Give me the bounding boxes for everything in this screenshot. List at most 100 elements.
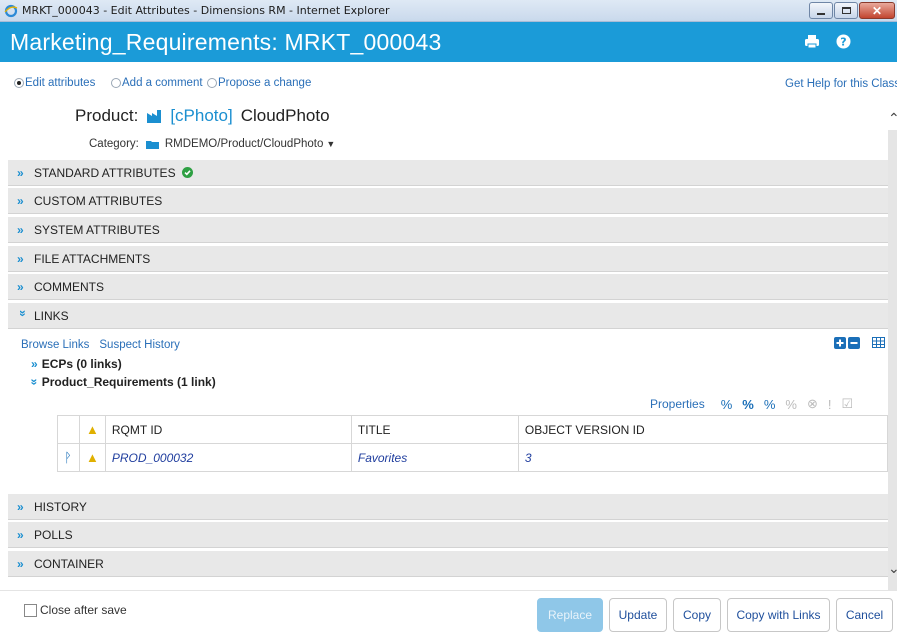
expand-icon: »	[17, 499, 24, 514]
close-window-button[interactable]: ✕	[859, 2, 895, 19]
help-link[interactable]: Get Help for this Class	[785, 78, 897, 90]
title-cell: Favorites	[350, 443, 519, 472]
maximize-button[interactable]	[834, 2, 858, 19]
version-cell: 3	[517, 443, 889, 472]
svg-text:?: ?	[840, 36, 846, 49]
expand-icon: »	[17, 251, 24, 266]
unlink-icon: %	[785, 396, 797, 412]
expand-icon: »	[17, 193, 24, 208]
row-type-cell: ᚹ	[57, 443, 80, 472]
section-title: COMMENTS	[34, 279, 104, 294]
expand-icon: »	[17, 527, 24, 542]
section-custom-attributes[interactable]: » CUSTOM ATTRIBUTES	[8, 188, 888, 214]
row-warning-cell: ▲	[79, 443, 106, 472]
links-table: ▲ RQMT ID TITLE OBJECT VERSION ID ᚹ ▲ PR…	[57, 415, 889, 472]
rqmt-id-link[interactable]: PROD_000032	[104, 443, 352, 472]
scroll-up-icon[interactable]: ⌃	[888, 110, 897, 126]
suspect-icon: !	[827, 396, 832, 412]
collapse-icon: »	[27, 378, 42, 386]
clear-suspect-icon: ☑	[841, 396, 854, 411]
link-group-ecps[interactable]: » ECPs (0 links)	[31, 357, 122, 371]
link-toolbar: Properties % % % % ⊗ ! ☑	[650, 396, 853, 412]
section-history[interactable]: » HISTORY	[8, 494, 888, 520]
expand-icon: »	[17, 165, 24, 180]
column-header[interactable]: RQMT ID	[104, 415, 352, 444]
section-title: LINKS	[34, 308, 69, 323]
radio-dot	[207, 78, 217, 88]
expand-icon: »	[17, 556, 24, 571]
link-add-icon[interactable]: %	[742, 397, 754, 412]
grid-view-icon[interactable]	[872, 337, 885, 348]
section-title: HISTORY	[34, 499, 87, 514]
radio-edit-attributes[interactable]: Edit attributes	[14, 77, 95, 89]
page-title: Marketing_Requirements: MRKT_000043	[10, 28, 442, 55]
section-polls[interactable]: » POLLS	[8, 522, 888, 548]
window-title: MRKT_000043 - Edit Attributes - Dimensio…	[22, 4, 390, 17]
product-name: CloudPhoto	[240, 106, 330, 125]
help-icon[interactable]: ?	[836, 34, 851, 49]
mode-selector: Edit attributes Add a comment Propose a …	[0, 74, 897, 92]
print-icon[interactable]	[804, 34, 820, 49]
close-after-save-checkbox[interactable]: Close after save	[24, 603, 127, 617]
radio-label: Add a comment	[122, 77, 203, 89]
section-title: CUSTOM ATTRIBUTES	[34, 193, 163, 208]
radio-label: Propose a change	[218, 77, 312, 89]
table-header-row: ▲ RQMT ID TITLE OBJECT VERSION ID	[57, 415, 889, 444]
expand-icon: »	[17, 279, 24, 294]
browse-links-link[interactable]: Browse Links	[21, 339, 89, 351]
product-label: Product:	[75, 106, 139, 125]
section-links[interactable]: » LINKS	[8, 303, 888, 329]
links-tools	[834, 337, 885, 349]
minimize-button[interactable]	[809, 2, 833, 19]
column-warning: ▲	[79, 415, 106, 444]
link-group-product-requirements[interactable]: » Product_Requirements (1 link)	[27, 375, 216, 389]
scroll-down-icon[interactable]: ⌄	[888, 560, 897, 576]
minimize-icon	[817, 12, 825, 15]
folder-icon	[145, 140, 159, 149]
radio-dot	[111, 78, 121, 88]
radio-propose-change[interactable]: Propose a change	[207, 77, 311, 89]
section-system-attributes[interactable]: » SYSTEM ATTRIBUTES	[8, 217, 888, 243]
update-button[interactable]: Update	[609, 598, 667, 632]
internet-explorer-icon	[4, 4, 18, 17]
check-circle-icon	[181, 167, 193, 178]
section-container[interactable]: » CONTAINER	[8, 551, 888, 577]
suspect-history-link[interactable]: Suspect History	[99, 339, 180, 351]
scrollbar[interactable]	[888, 130, 897, 590]
product-header: Product: [cPhoto] CloudPhoto	[75, 106, 330, 126]
section-standard-attributes[interactable]: » STANDARD ATTRIBUTES	[8, 160, 888, 186]
checkbox-label: Close after save	[40, 603, 127, 617]
table-row[interactable]: ᚹ ▲ PROD_000032 Favorites 3	[57, 443, 889, 472]
cancel-button[interactable]: Cancel	[836, 598, 893, 632]
product-id-link[interactable]: [cPhoto]	[170, 106, 232, 126]
column-header[interactable]: OBJECT VERSION ID	[517, 415, 889, 444]
branch-icon: ᚹ	[64, 450, 72, 465]
column-header[interactable]: TITLE	[350, 415, 519, 444]
dropdown-caret-icon[interactable]: ▼	[326, 139, 335, 149]
collapse-all-icon[interactable]	[848, 337, 860, 349]
group-label: Product_Requirements (1 link)	[41, 375, 216, 389]
expand-all-icon[interactable]	[834, 337, 846, 349]
category-label: Category:	[89, 138, 139, 150]
radio-label: Edit attributes	[25, 77, 96, 89]
section-title: STANDARD ATTRIBUTES	[34, 165, 176, 180]
links-subnav: Browse Links Suspect History	[21, 339, 180, 351]
radio-add-comment[interactable]: Add a comment	[111, 77, 203, 89]
close-icon: ✕	[871, 3, 883, 18]
section-comments[interactable]: » COMMENTS	[8, 274, 888, 300]
warning-icon: ▲	[86, 422, 99, 437]
maximize-icon	[841, 7, 851, 14]
copy-with-links-button[interactable]: Copy with Links	[727, 598, 830, 632]
replace-button[interactable]: Replace	[537, 598, 603, 632]
section-title: SYSTEM ATTRIBUTES	[34, 222, 160, 237]
properties-link[interactable]: Properties	[650, 397, 705, 411]
section-title: POLLS	[34, 527, 73, 542]
link-icon[interactable]: %	[721, 397, 733, 412]
section-file-attachments[interactable]: » FILE ATTACHMENTS	[8, 246, 888, 272]
copy-button[interactable]: Copy	[673, 598, 721, 632]
collapse-icon: »	[16, 309, 30, 317]
group-label: ECPs (0 links)	[41, 357, 122, 371]
category-value[interactable]: RMDEMO/Product/CloudPhoto	[165, 138, 324, 150]
link-edit-icon[interactable]: %	[764, 397, 776, 412]
expand-icon: »	[17, 222, 24, 237]
